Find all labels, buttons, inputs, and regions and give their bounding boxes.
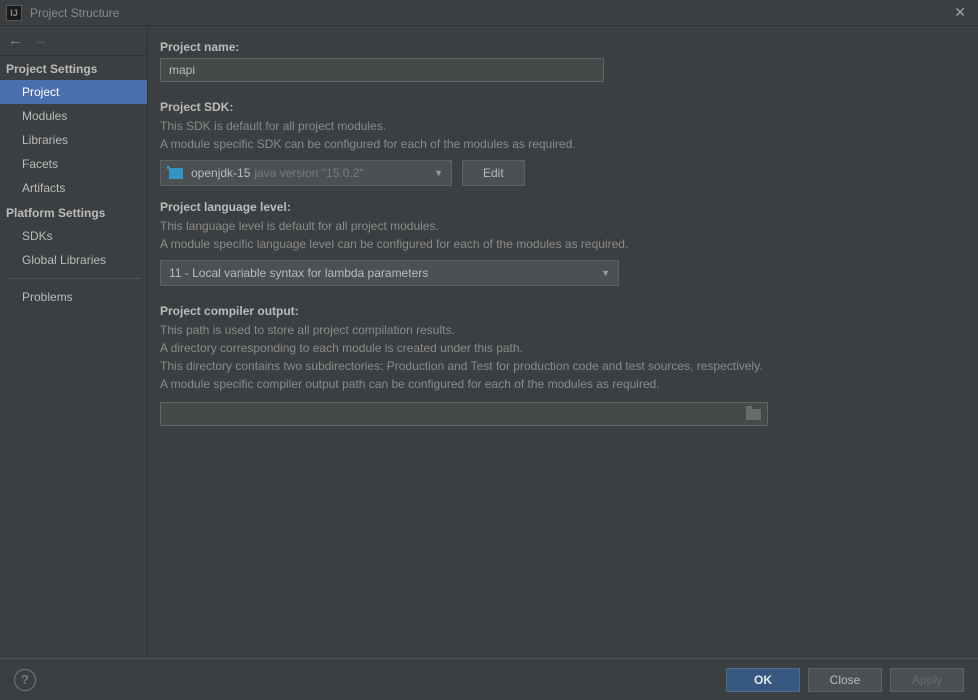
titlebar: IJ Project Structure ✕: [0, 0, 978, 26]
compiler-output-help-2: A directory corresponding to each module…: [160, 340, 962, 356]
language-level-value: 11 - Local variable syntax for lambda pa…: [169, 266, 428, 280]
language-level-label: Project language level:: [160, 200, 962, 214]
compiler-output-label: Project compiler output:: [160, 304, 962, 318]
sidebar-item-modules[interactable]: Modules: [0, 104, 147, 128]
ok-button[interactable]: OK: [726, 668, 800, 692]
chevron-down-icon: ▼: [601, 268, 610, 278]
nav-back-icon[interactable]: ←: [8, 32, 23, 49]
close-button[interactable]: Close: [808, 668, 882, 692]
project-sdk-label: Project SDK:: [160, 100, 962, 114]
chevron-down-icon: ▼: [434, 168, 443, 178]
content-area: ← → Project Settings Project Modules Lib…: [0, 26, 978, 658]
sidebar-item-project[interactable]: Project: [0, 80, 147, 104]
sidebar-item-artifacts[interactable]: Artifacts: [0, 176, 147, 200]
sdk-name: openjdk-15: [191, 166, 250, 180]
sdk-icon: [169, 168, 183, 179]
project-name-value: mapi: [169, 63, 195, 77]
platform-settings-header: Platform Settings: [0, 200, 147, 224]
sidebar-item-problems[interactable]: Problems: [0, 285, 147, 309]
project-name-input[interactable]: mapi: [160, 58, 604, 82]
folder-icon[interactable]: [746, 409, 761, 420]
sidebar: ← → Project Settings Project Modules Lib…: [0, 26, 148, 658]
language-level-help-1: This language level is default for all p…: [160, 218, 962, 234]
sidebar-item-facets[interactable]: Facets: [0, 152, 147, 176]
sidebar-divider: [6, 278, 141, 279]
footer: ? OK Close Apply: [0, 658, 978, 700]
sidebar-item-libraries[interactable]: Libraries: [0, 128, 147, 152]
project-sdk-help-2: A module specific SDK can be configured …: [160, 136, 962, 152]
edit-sdk-button[interactable]: Edit: [462, 160, 525, 186]
apply-button: Apply: [890, 668, 964, 692]
language-level-help-2: A module specific language level can be …: [160, 236, 962, 252]
compiler-output-input[interactable]: [160, 402, 768, 426]
nav-forward-icon: →: [33, 32, 48, 49]
project-settings-header: Project Settings: [0, 56, 147, 80]
language-level-dropdown[interactable]: 11 - Local variable syntax for lambda pa…: [160, 260, 619, 286]
nav-arrows: ← →: [0, 26, 147, 56]
app-icon: IJ: [6, 5, 22, 21]
help-button[interactable]: ?: [14, 669, 36, 691]
project-sdk-help-1: This SDK is default for all project modu…: [160, 118, 962, 134]
window-title: Project Structure: [30, 6, 119, 20]
project-sdk-dropdown[interactable]: openjdk-15 java version "15.0.2" ▼: [160, 160, 452, 186]
sdk-version: java version "15.0.2": [254, 166, 363, 180]
compiler-output-help-1: This path is used to store all project c…: [160, 322, 962, 338]
sidebar-item-global-libraries[interactable]: Global Libraries: [0, 248, 147, 272]
compiler-output-help-3: This directory contains two subdirectori…: [160, 358, 962, 374]
main-panel: Project name: mapi Project SDK: This SDK…: [148, 26, 978, 658]
compiler-output-help-4: A module specific compiler output path c…: [160, 376, 962, 392]
project-name-label: Project name:: [160, 40, 962, 54]
close-icon[interactable]: ✕: [948, 4, 972, 21]
sidebar-item-sdks[interactable]: SDKs: [0, 224, 147, 248]
